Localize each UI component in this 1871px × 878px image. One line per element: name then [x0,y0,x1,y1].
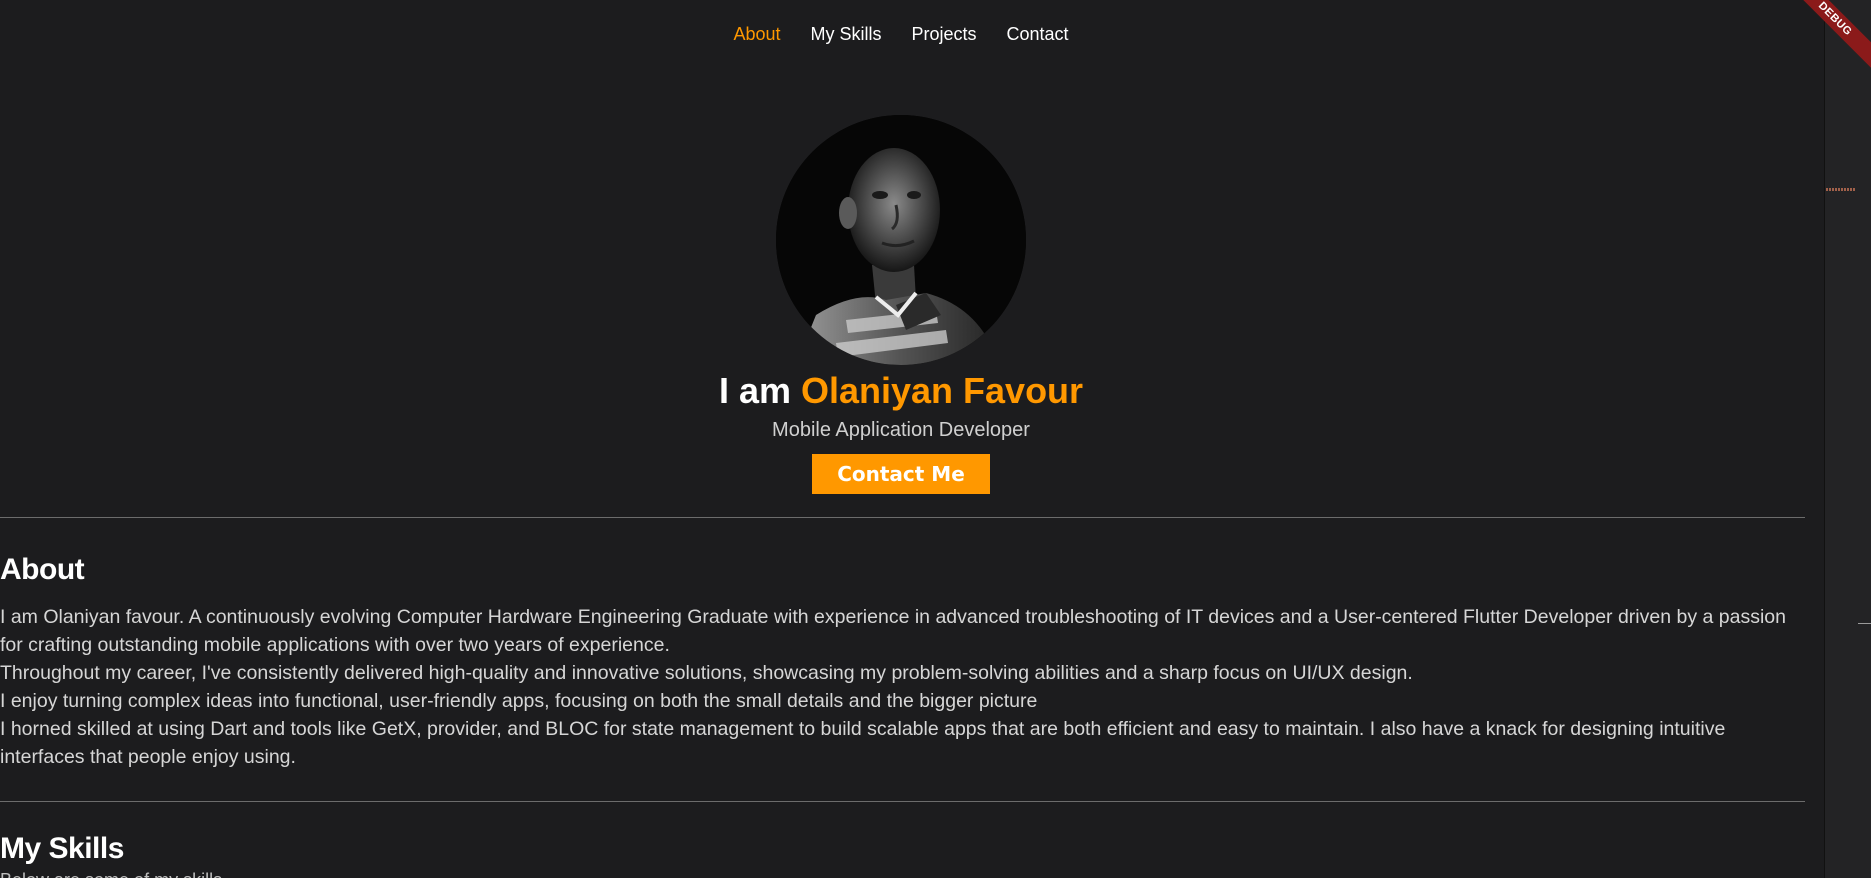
section-divider [0,801,1805,802]
nav-item-about[interactable]: About [733,22,780,46]
about-paragraph: I am Olaniyan favour. A continuously evo… [0,606,1786,656]
about-paragraph: I horned skilled at using Dart and tools… [0,718,1726,768]
top-nav: About My Skills Projects Contact [0,22,1802,46]
main-content: About My Skills Projects Contact I am Ol… [0,0,1824,878]
profile-photo [776,115,1026,365]
side-marker [1826,188,1856,191]
hero-title-prefix: I am [718,370,801,411]
contact-me-button[interactable]: Contact Me [812,454,990,494]
side-panel [1824,0,1871,878]
hero-name: Olaniyan Favour [800,370,1084,411]
about-heading: About [0,553,85,586]
side-indicator [1858,623,1871,624]
nav-item-my-skills[interactable]: My Skills [810,22,881,46]
about-text: I am Olaniyan favour. A continuously evo… [0,603,1800,771]
about-paragraph: Throughout my career, I've consistently … [0,662,1413,684]
portfolio-page: About My Skills Projects Contact I am Ol… [0,0,1871,878]
skills-heading: My Skills [0,832,124,865]
nav-item-projects[interactable]: Projects [911,22,976,46]
skills-subtitle: Below are some of my skills [0,870,222,878]
hero-subtitle: Mobile Application Developer [772,419,1030,441]
hero-title: I am Olaniyan Favour [0,368,1802,414]
about-paragraph: I enjoy turning complex ideas into funct… [0,690,1038,712]
nav-item-contact[interactable]: Contact [1007,22,1069,46]
section-divider [0,517,1805,518]
